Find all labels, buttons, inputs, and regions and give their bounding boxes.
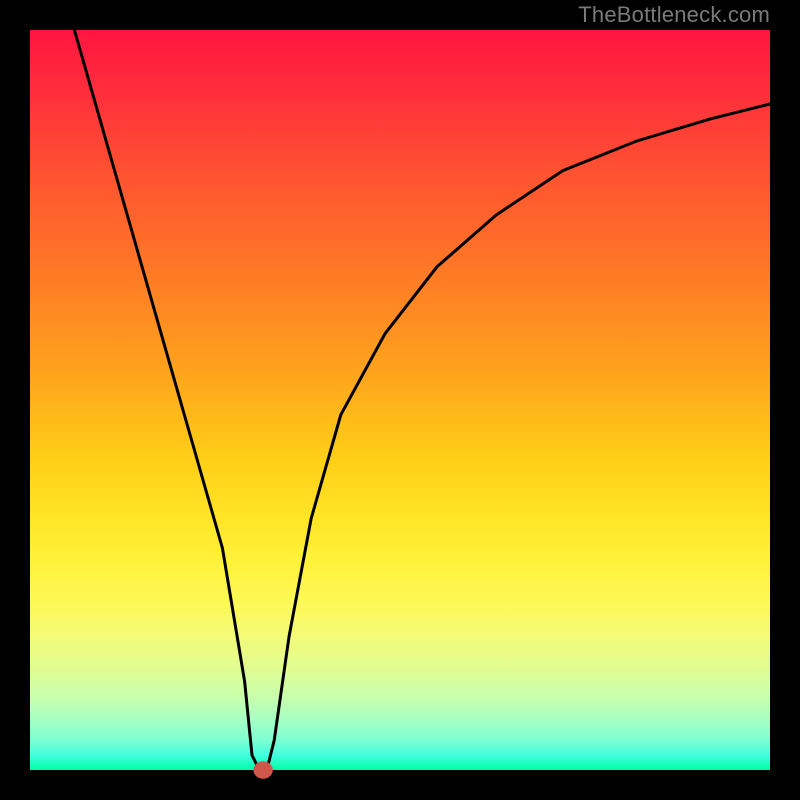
bottleneck-curve — [74, 30, 770, 770]
minimum-marker — [257, 765, 269, 775]
chart-container: TheBottleneck.com — [0, 0, 800, 800]
watermark-text: TheBottleneck.com — [578, 2, 770, 28]
plot-svg — [30, 30, 770, 770]
plot-area — [30, 30, 770, 770]
